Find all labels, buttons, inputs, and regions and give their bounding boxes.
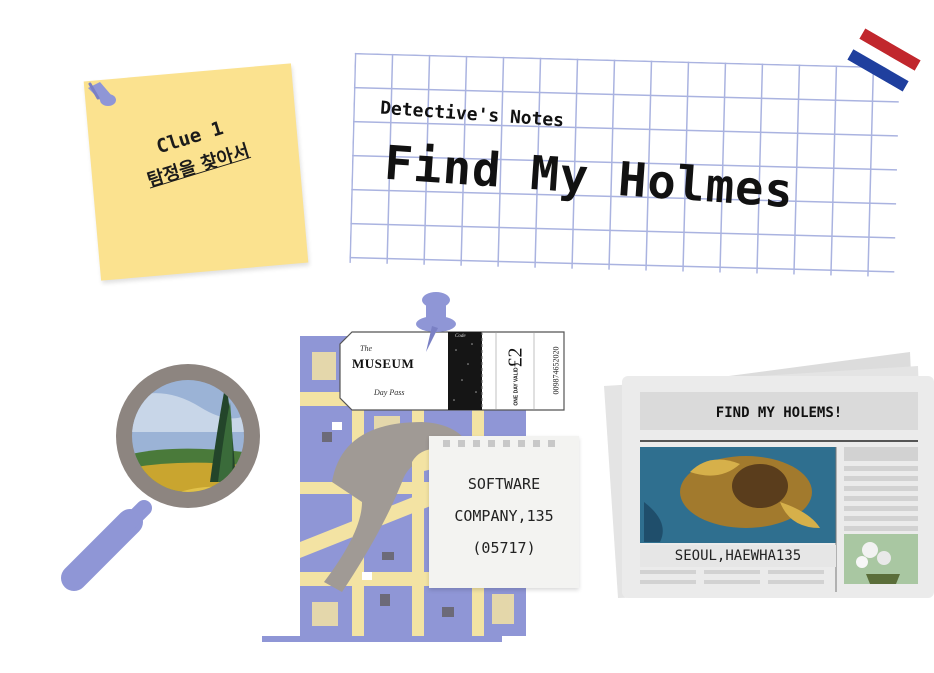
push-pin-icon (88, 82, 116, 106)
magnifying-glass-icon (61, 364, 260, 591)
address-line-3: (05717) (472, 539, 536, 557)
ticket-the: The (360, 344, 372, 353)
address-line-1: SOFTWARE (467, 475, 541, 493)
address-line-2: COMPANY,135 (454, 507, 554, 525)
ticket-pass: Day Pass (374, 388, 405, 397)
ticket-price: £2 (504, 347, 527, 368)
sunflower-painting (640, 447, 836, 543)
paper-holes (443, 440, 555, 447)
newspaper-headline: FIND MY HOLEMS! (715, 405, 843, 421)
ticket-serial: 009874652020 (551, 346, 561, 395)
push-pin-icon (416, 292, 456, 352)
address-note: SOFTWARE COMPANY,135 (05717) (429, 436, 579, 588)
ticket-name: MUSEUM (352, 356, 415, 371)
ticket-validity: ONE DAY VALID (513, 367, 520, 406)
flowers-painting (844, 534, 918, 584)
newspaper-caption: SEOUL,HAEWHA135 (640, 545, 836, 567)
